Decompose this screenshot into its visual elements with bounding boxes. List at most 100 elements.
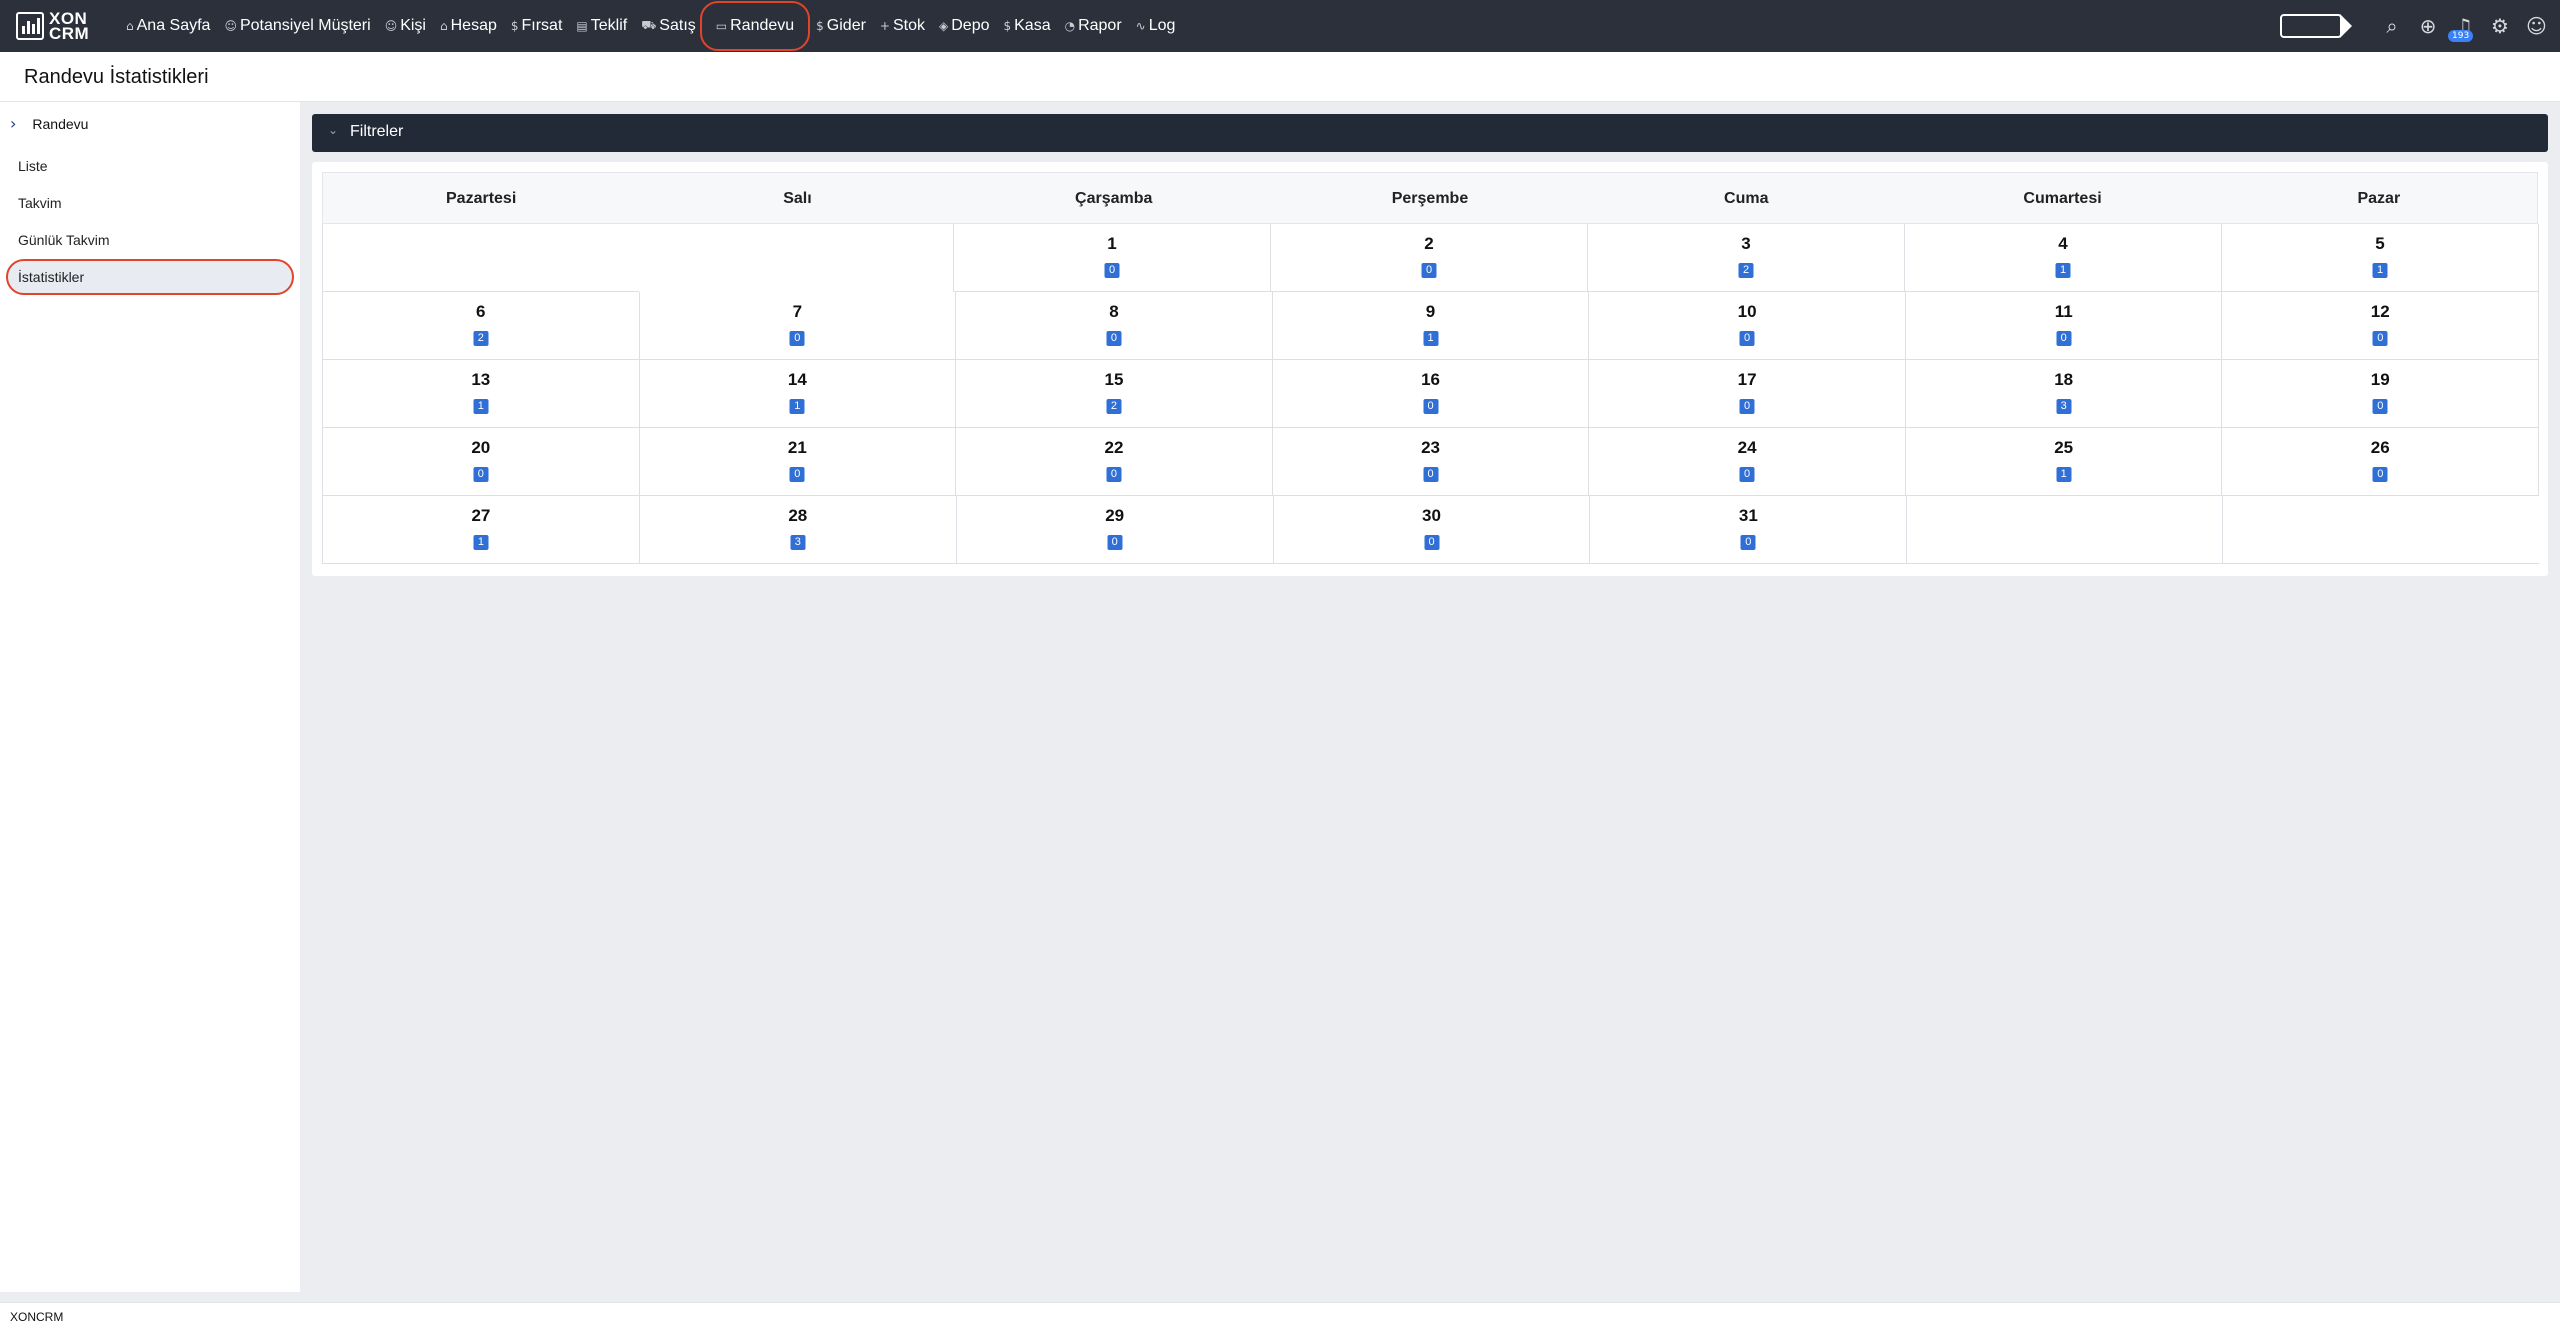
- nav-kisi[interactable]: ☺ Kişi: [385, 8, 426, 44]
- weekday-label: Cumartesi: [2023, 190, 2102, 207]
- nav-potansiyel-musteri[interactable]: ☺ Potansiyel Müşteri: [224, 8, 370, 44]
- calendar-day-cell[interactable]: 19 0: [2221, 360, 2540, 428]
- nav-kasa-label: Kasa: [1014, 17, 1051, 34]
- calendar-day-cell[interactable]: 13 1: [322, 360, 640, 428]
- nav-rapor-icon: ◔: [1064, 19, 1076, 33]
- calendar-day-cell[interactable]: 31 0: [1589, 496, 1908, 564]
- nav-satis-icon: ⛟: [641, 18, 657, 32]
- nav-kisi-icon: ☺: [384, 19, 398, 33]
- calendar-day-cell[interactable]: 41: [1904, 224, 2222, 292]
- day-number: 19: [2370, 370, 2390, 389]
- day-number: 21: [787, 438, 807, 457]
- calendar-day-cell[interactable]: 51: [2221, 224, 2539, 292]
- day-number: 23: [1421, 438, 1440, 457]
- day-number: 8: [1109, 302, 1119, 321]
- calendar-day-cell[interactable]: 16 0: [1271, 360, 1590, 428]
- calendar-day-cell[interactable]: 15 2: [955, 360, 1273, 428]
- appointment-count-badge: 1: [2056, 467, 2072, 482]
- nav-teklif[interactable]: ▤ Teklif: [576, 8, 627, 44]
- day-number: 12: [2370, 302, 2390, 321]
- calendar-day-cell[interactable]: 10: [953, 224, 1271, 292]
- calendar-day-cell[interactable]: 91: [1271, 292, 1590, 360]
- filters-panel-toggle[interactable]: ⌄ Filtreler: [312, 114, 2548, 152]
- nav-depo[interactable]: ◈ Depo: [939, 8, 989, 44]
- calendar-day-cell[interactable]: 11 0: [1904, 292, 2223, 360]
- calendar-day-cell[interactable]: 20 0: [322, 428, 640, 496]
- appointment-count-badge: 3: [790, 535, 806, 550]
- nav-firsat[interactable]: $ Fırsat: [511, 8, 563, 44]
- day-number: 27: [471, 506, 491, 525]
- calendar-day-cell[interactable]: 26 0: [2221, 428, 2540, 496]
- appointment-count-badge: 1: [2055, 263, 2071, 278]
- month-calendar: Pazartesi Salı Çarşamba Perşembe Cuma Cumarte…: [322, 172, 2540, 564]
- appointment-count-badge: 0: [1107, 535, 1123, 550]
- nav-ana-sayfa[interactable]: ⌂ Ana Sayfa: [126, 8, 210, 44]
- calendar-day-cell[interactable]: 32: [1587, 224, 1905, 292]
- calendar-day-cell[interactable]: 23 0: [1271, 428, 1590, 496]
- day-number: 3: [1741, 234, 1751, 253]
- calendar-day-cell[interactable]: 24 0: [1588, 428, 1906, 496]
- calendar-day-cell[interactable]: 17 0: [1588, 360, 1906, 428]
- chevron-down-icon: ⌄: [328, 123, 339, 137]
- tag-shaped-toggle-button[interactable]: [2280, 14, 2352, 38]
- calendar-week-row: 1020324151: [322, 224, 2539, 292]
- calendar-day-cell[interactable]: 29 0: [955, 496, 1274, 564]
- sidebar-section-randevu[interactable]: › Randevu: [10, 114, 88, 133]
- nav-rapor[interactable]: ◔ Rapor: [1065, 8, 1122, 44]
- add-circle-icon[interactable]: ⊕: [2418, 14, 2438, 38]
- calendar-day-cell[interactable]: 18 3: [1904, 360, 2223, 428]
- appointment-count-badge: 0: [789, 331, 805, 346]
- calendar-day-cell[interactable]: 62: [322, 292, 640, 360]
- calendar-day-cell[interactable]: 28 3: [638, 496, 957, 564]
- nav-kasa-icon: $: [1003, 19, 1012, 33]
- nav-stok[interactable]: + Stok: [880, 8, 925, 44]
- day-number: 28: [788, 506, 808, 525]
- appointment-count-badge: 1: [789, 399, 805, 414]
- nav-hesap[interactable]: ⌂ Hesap: [440, 8, 497, 44]
- appointment-count-badge: 0: [1104, 263, 1120, 278]
- calendar-day-cell[interactable]: 12 0: [2221, 292, 2540, 360]
- day-number: 10: [1737, 302, 1757, 321]
- bell-icon[interactable]: ♫ 193: [2448, 14, 2474, 42]
- sidebar-item-gunluk-takvim[interactable]: Günlük Takvim: [18, 232, 110, 248]
- sidebar-item-takvim[interactable]: Takvim: [18, 195, 62, 211]
- calendar-day-cell[interactable]: 70: [638, 292, 957, 360]
- calendar-empty-cell: [322, 224, 639, 292]
- calendar-day-cell[interactable]: 80: [955, 292, 1273, 360]
- weekday-label: Çarşamba: [1075, 190, 1153, 207]
- nav-randevu[interactable]: ▭ Randevu: [699, 1, 811, 51]
- day-number: 29: [1105, 506, 1125, 525]
- search-icon[interactable]: ⌕: [2382, 14, 2402, 38]
- calendar-day-cell[interactable]: 25 1: [1904, 428, 2223, 496]
- nav-hesap-label: Hesap: [450, 17, 497, 34]
- day-number: 22: [1104, 438, 1124, 457]
- calendar-day-cell[interactable]: 27 1: [322, 496, 640, 564]
- nav-stok-label: Stok: [892, 17, 925, 34]
- nav-teklif-icon: ▤: [576, 19, 588, 33]
- footer: XONCRM: [0, 1302, 2560, 1330]
- calendar-day-cell[interactable]: 14 1: [638, 360, 957, 428]
- appointment-count-badge: 0: [1739, 331, 1755, 346]
- user-icon[interactable]: ☺: [2526, 14, 2547, 38]
- nav-log-icon: ∿: [1135, 19, 1146, 33]
- nav-satis[interactable]: ⛟ Satış: [641, 8, 696, 44]
- calendar-day-cell[interactable]: 20: [1270, 224, 1588, 292]
- brand-logo[interactable]: XON CRM: [16, 9, 96, 43]
- weekday-label: Cuma: [1724, 190, 1769, 207]
- calendar-day-cell[interactable]: 30 0: [1272, 496, 1591, 564]
- appointment-count-badge: 0: [789, 467, 805, 482]
- calendar-day-cell[interactable]: 22 0: [955, 428, 1273, 496]
- chevron-right-icon: ›: [10, 114, 17, 133]
- nav-kasa[interactable]: $ Kasa: [1003, 8, 1050, 44]
- calendar-day-cell[interactable]: 21 0: [638, 428, 957, 496]
- nav-log[interactable]: ∿ Log: [1136, 8, 1176, 44]
- sidebar-item-liste[interactable]: Liste: [18, 158, 48, 174]
- day-number: 30: [1422, 506, 1441, 525]
- day-number: 18: [2054, 370, 2074, 389]
- nav-gider[interactable]: $ Gider: [816, 8, 866, 44]
- calendar-day-cell[interactable]: 10 0: [1588, 292, 1906, 360]
- gear-icon[interactable]: ⚙: [2490, 14, 2510, 38]
- sidebar-item-istatistikler[interactable]: İstatistikler: [6, 259, 294, 295]
- nav-potansiyel-musteri-label: Potansiyel Müşteri: [239, 17, 371, 34]
- day-number: 9: [1425, 302, 1436, 321]
